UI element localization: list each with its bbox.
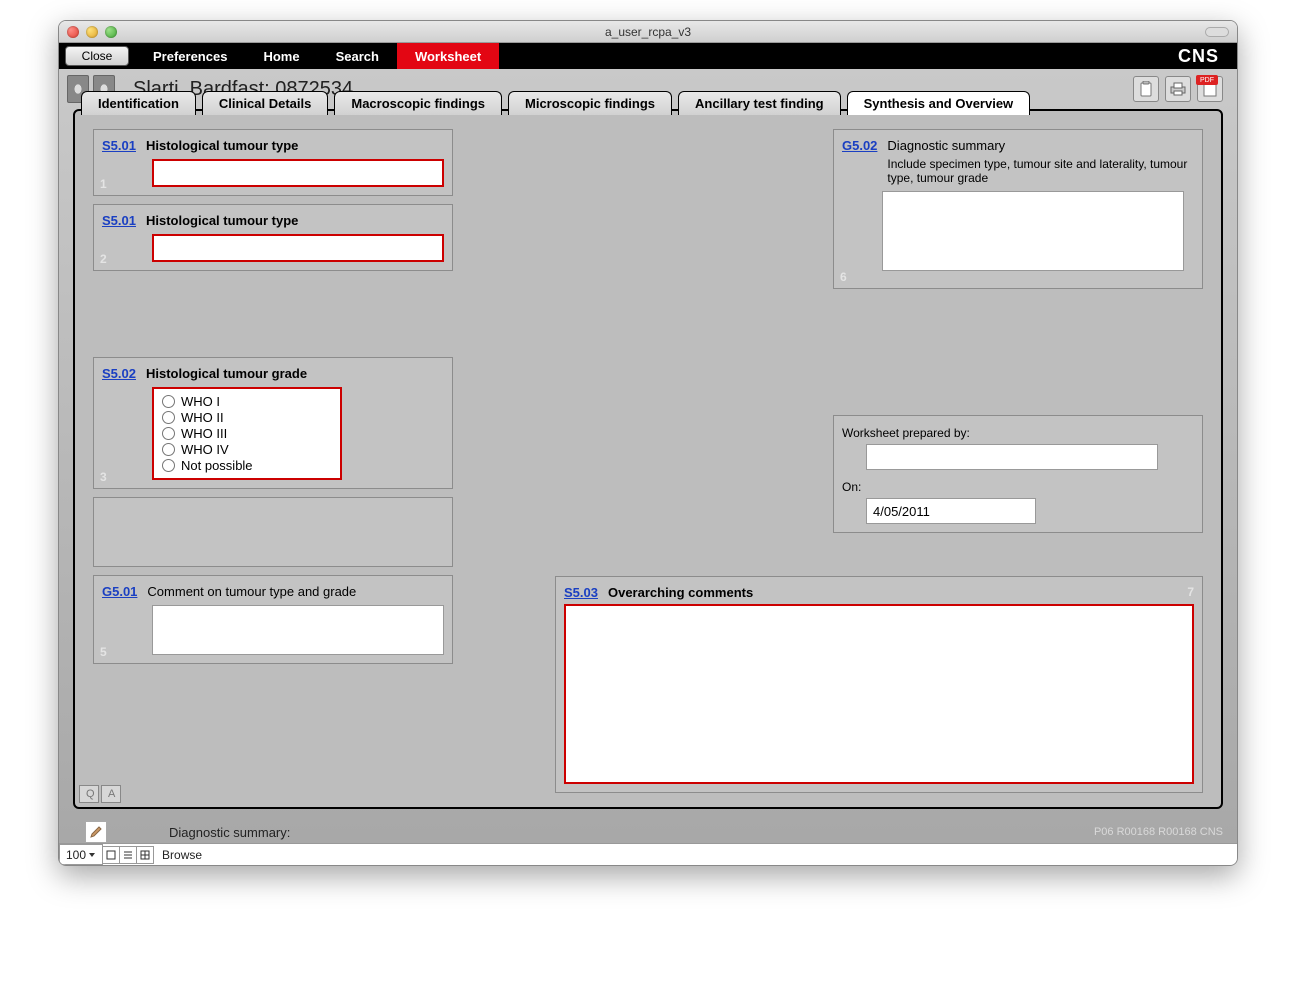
tab-ancillary[interactable]: Ancillary test finding [678,91,841,115]
panel-title: Comment on tumour type and grade [147,584,356,599]
panel-s501-2: S5.01 Histological tumour type 2 [93,204,453,271]
menu-search[interactable]: Search [318,43,397,69]
on-date-input[interactable] [866,498,1036,524]
worksheet-frame: Identification Clinical Details Macrosco… [73,109,1223,809]
tab-clinical-details[interactable]: Clinical Details [202,91,328,115]
footer-diag-label: Diagnostic summary: [169,825,290,840]
panel-subtitle: Include specimen type, tumour site and l… [887,157,1194,185]
panel-number: 7 [1187,585,1194,599]
clipboard-icon[interactable] [1133,76,1159,102]
brand-label: CNS [1160,43,1237,69]
export-icons: PDF [1133,76,1223,102]
mode-label: Browse [154,848,210,862]
code-link-s501-2[interactable]: S5.01 [102,213,136,228]
code-link-s503[interactable]: S5.03 [564,585,598,600]
q-button[interactable]: Q [79,785,99,803]
panel-title: Diagnostic summary [887,138,1194,153]
panel-title: Histological tumour grade [146,366,307,381]
prepared-by-input[interactable] [866,444,1158,470]
code-link-g502[interactable]: G5.02 [842,138,877,153]
qa-buttons: Q A [79,785,121,803]
panel-s503: S5.03 Overarching comments 7 [555,576,1203,793]
zoom-control[interactable]: 100 [59,844,103,865]
pdf-badge: PDF [1196,75,1218,85]
code-link-s502[interactable]: S5.02 [102,366,136,381]
panel-empty-4: 4 [93,497,453,567]
menu-preferences[interactable]: Preferences [135,43,245,69]
status-bar: 100 Browse [59,843,1237,865]
radio-who-2[interactable]: WHO II [162,410,332,425]
tab-synthesis[interactable]: Synthesis and Overview [847,91,1031,115]
code-link-s501-1[interactable]: S5.01 [102,138,136,153]
radio-who-3[interactable]: WHO III [162,426,332,441]
panel-prepared-by: Worksheet prepared by: On: [833,415,1203,533]
radio-who-1[interactable]: WHO I [162,394,332,409]
zoom-chevron-icon [88,851,96,859]
view-mode-icons [103,846,154,864]
panel-s502: S5.02 Histological tumour grade WHO I WH… [93,357,453,489]
app-area: Slarti, Bardfast; 0872534 PDF Identifica… [59,69,1237,865]
app-window: a_user_rcpa_v3 Close Preferences Home Se… [58,20,1238,866]
menubar: Close Preferences Home Search Worksheet … [59,43,1237,69]
panel-number: 2 [100,252,107,266]
radio-not-possible[interactable]: Not possible [162,458,332,473]
footer-summary-row: Diagnostic summary: P06 R00168 R00168 CN… [59,815,1237,843]
panel-title: Histological tumour type [146,213,298,228]
prepared-by-label: Worksheet prepared by: [842,426,1194,440]
panel-number: 6 [840,270,847,284]
zoom-value: 100 [66,848,86,862]
radio-who-4[interactable]: WHO IV [162,442,332,457]
menu-worksheet[interactable]: Worksheet [397,43,499,69]
diagnostic-summary-input[interactable] [882,191,1184,271]
tumour-type-input-2[interactable] [152,234,444,262]
code-link-g501[interactable]: G5.01 [102,584,137,599]
panel-title: Overarching comments [608,585,753,600]
tumour-grade-radiogroup: WHO I WHO II WHO III WHO IV Not possible [152,387,342,480]
menu-home[interactable]: Home [245,43,317,69]
tab-identification[interactable]: Identification [81,91,196,115]
list-view-icon[interactable] [119,846,137,864]
table-view-icon[interactable] [136,846,154,864]
panel-number: 1 [100,177,107,191]
close-button[interactable]: Close [65,46,129,66]
toolbar-pill-icon[interactable] [1205,27,1229,37]
panel-s501-1: S5.01 Histological tumour type 1 [93,129,453,196]
overarching-comments-input[interactable] [564,604,1194,784]
panel-number: 3 [100,470,107,484]
titlebar: a_user_rcpa_v3 [59,21,1237,43]
pdf-icon[interactable]: PDF [1197,76,1223,102]
left-column: S5.01 Histological tumour type 1 S5.01 H… [93,129,453,664]
on-label: On: [842,480,1194,494]
tab-macroscopic[interactable]: Macroscopic findings [334,91,502,115]
a-button[interactable]: A [101,785,121,803]
worksheet-tabs: Identification Clinical Details Macrosco… [81,91,1030,115]
panel-g501: G5.01 Comment on tumour type and grade 5 [93,575,453,664]
printer-icon[interactable] [1165,76,1191,102]
tab-microscopic[interactable]: Microscopic findings [508,91,672,115]
footer-meta: P06 R00168 R00168 CNS [1094,826,1223,838]
form-view-icon[interactable] [102,846,120,864]
panel-number: 5 [100,645,107,659]
tumour-type-input-1[interactable] [152,159,444,187]
comment-type-grade-input[interactable] [152,605,444,655]
panel-title: Histological tumour type [146,138,298,153]
panel-g502: G5.02 Diagnostic summary Include specime… [833,129,1203,289]
edit-icon[interactable] [85,821,107,843]
window-title: a_user_rcpa_v3 [59,25,1237,39]
